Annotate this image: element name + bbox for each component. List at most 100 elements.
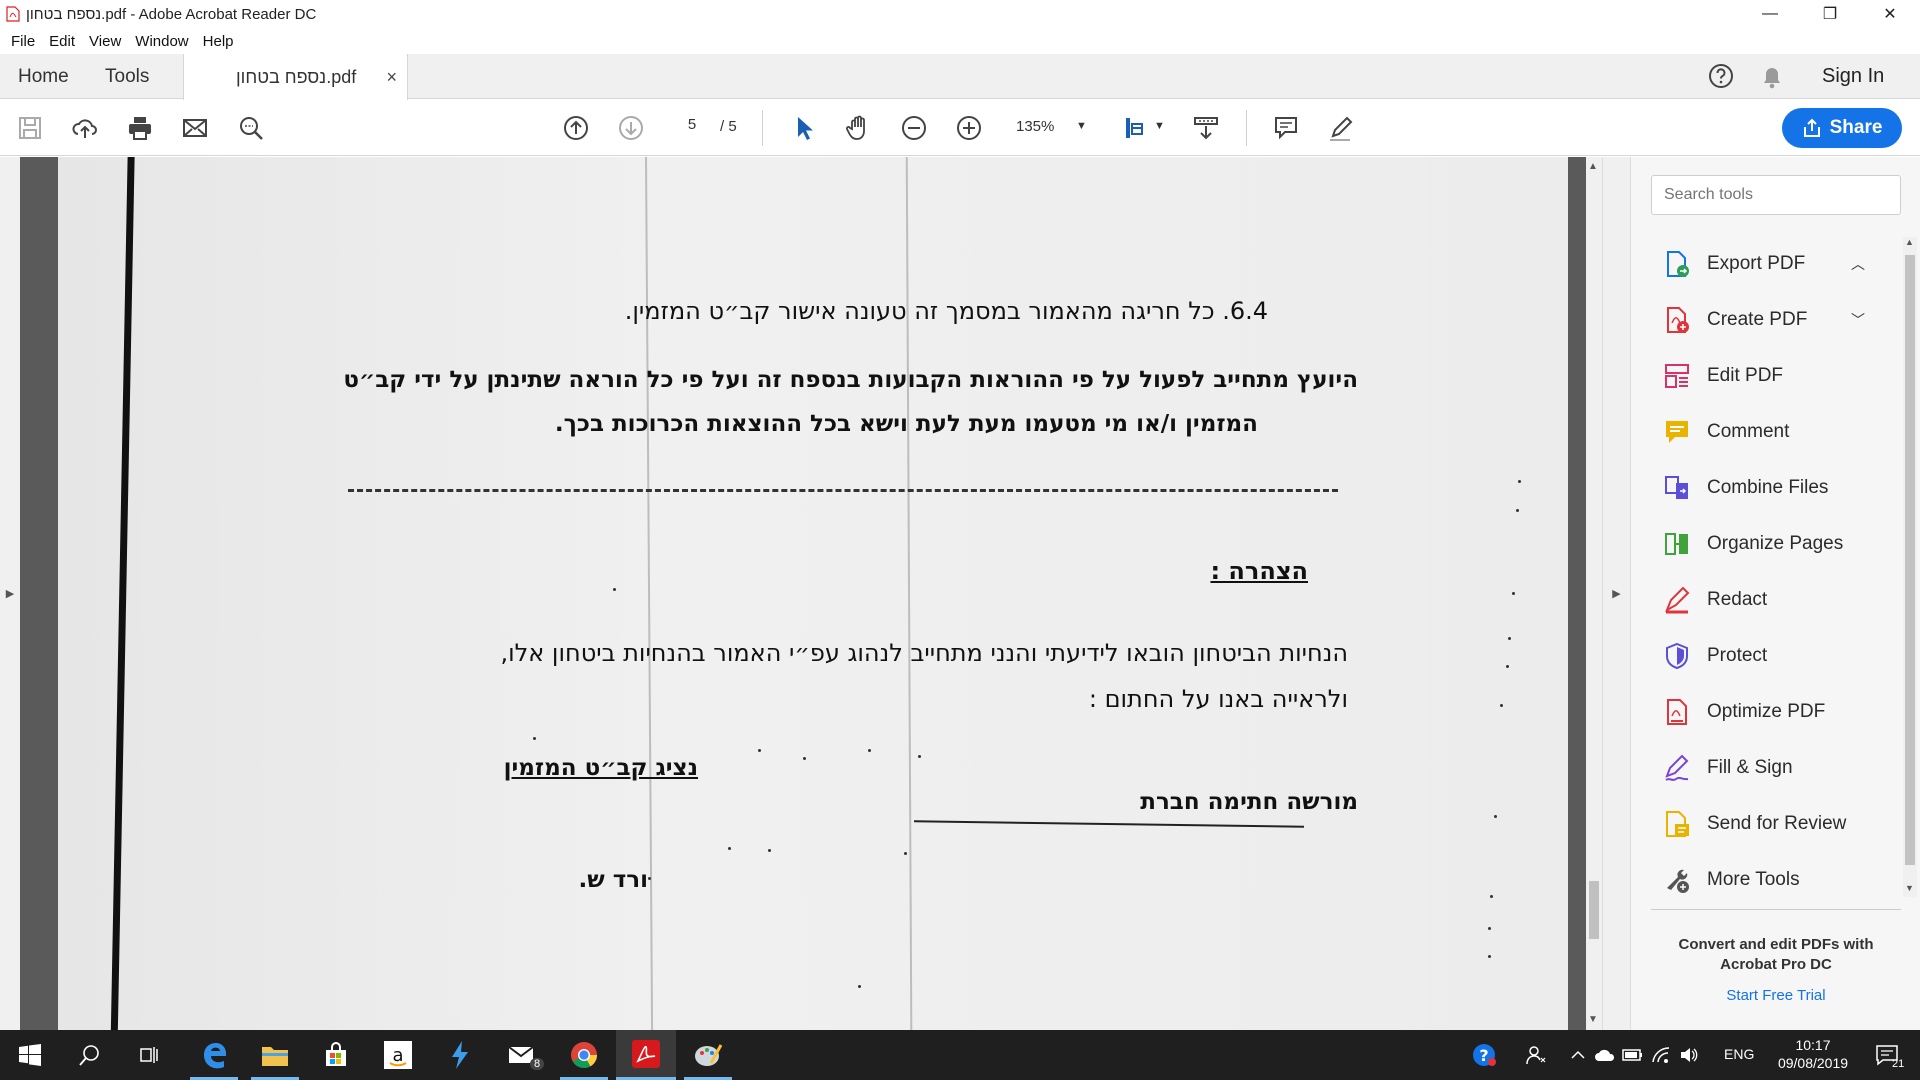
- amazon-icon: a: [384, 1041, 412, 1069]
- upload-cloud-icon[interactable]: [69, 112, 101, 144]
- task-view-button[interactable]: [120, 1030, 180, 1080]
- menu-window[interactable]: Window: [128, 33, 195, 50]
- sign-in-link[interactable]: Sign In: [1822, 65, 1884, 88]
- people-tray-icon[interactable]: [1518, 1030, 1554, 1080]
- tool-more-tools[interactable]: More Tools: [1631, 857, 1891, 903]
- search-tools-input[interactable]: [1651, 175, 1901, 215]
- scrollbar-thumb[interactable]: [1589, 881, 1599, 939]
- previous-page-icon[interactable]: [560, 112, 592, 144]
- document-viewport[interactable]: 6.4. כל חריגה מהאמור במסמך זה טעונה אישו…: [20, 157, 1586, 1030]
- scroll-up-icon[interactable]: ▲: [1588, 161, 1598, 172]
- mail-app[interactable]: 8: [492, 1030, 552, 1080]
- scroll-down-icon[interactable]: ▼: [1905, 883, 1914, 893]
- tab-home[interactable]: Home: [18, 54, 69, 99]
- file-explorer-app[interactable]: [245, 1030, 305, 1080]
- taskbar: a 8 ? ENG 10:17 09/08/2019 21: [0, 1030, 1920, 1080]
- clock-time: 10:17: [1795, 1037, 1831, 1053]
- store-app[interactable]: [306, 1030, 366, 1080]
- minimize-button[interactable]: —: [1740, 0, 1800, 28]
- email-icon[interactable]: [179, 112, 211, 144]
- vs-code-app[interactable]: [430, 1030, 490, 1080]
- page-fit-icon[interactable]: [1120, 112, 1152, 144]
- zoom-in-icon[interactable]: [953, 112, 985, 144]
- wifi-tray-icon[interactable]: [1648, 1030, 1674, 1080]
- close-window-button[interactable]: ✕: [1860, 0, 1920, 28]
- action-center-button[interactable]: 21: [1864, 1030, 1910, 1080]
- tool-create-pdf[interactable]: Create PDF ﹀: [1631, 297, 1891, 343]
- mail-badge: 8: [530, 1058, 545, 1070]
- menu-file[interactable]: File: [4, 33, 42, 50]
- paragraph-line-2: המזמין ו/או מי מטעמו מעת לעת וישא בכל הה…: [554, 411, 1258, 437]
- zoom-level[interactable]: 135%: [1016, 118, 1054, 135]
- share-button[interactable]: Share: [1782, 108, 1902, 148]
- left-pane-toggle[interactable]: ▶: [0, 157, 20, 1030]
- search-taskbar-button[interactable]: [60, 1030, 120, 1080]
- chevron-down-icon[interactable]: ﹀: [1851, 310, 1865, 330]
- bell-icon[interactable]: [1760, 64, 1784, 90]
- toolbar: 5 / 5 135% ▼ ▼ Share: [0, 100, 1920, 156]
- zoom-dropdown-icon[interactable]: ▼: [1076, 120, 1087, 132]
- tool-edit-pdf[interactable]: Edit PDF: [1631, 353, 1891, 399]
- amazon-app[interactable]: a: [368, 1030, 428, 1080]
- scroll-down-icon[interactable]: ▼: [1588, 1014, 1598, 1025]
- volume-tray-icon[interactable]: [1676, 1030, 1702, 1080]
- print-icon[interactable]: [124, 112, 156, 144]
- scroll-up-icon[interactable]: ▲: [1905, 237, 1914, 247]
- signature-label-left: נציג קב״ט המזמין: [503, 755, 698, 781]
- acrobat-app[interactable]: [616, 1030, 676, 1080]
- battery-icon: [1622, 1049, 1642, 1061]
- tab-tools[interactable]: Tools: [105, 54, 149, 99]
- tool-comment[interactable]: Comment: [1631, 409, 1891, 455]
- search-icon: [79, 1045, 99, 1066]
- search-icon[interactable]: [235, 112, 267, 144]
- system-clock[interactable]: 10:17 09/08/2019: [1768, 1036, 1858, 1072]
- chevron-up-icon[interactable]: ︿: [1851, 254, 1865, 274]
- tool-organize-pages[interactable]: Organize Pages: [1631, 521, 1891, 567]
- paint-app[interactable]: [678, 1030, 738, 1080]
- start-button[interactable]: [0, 1030, 60, 1080]
- edge-app[interactable]: [184, 1030, 244, 1080]
- tool-send-for-review[interactable]: Send for Review: [1631, 801, 1891, 847]
- highlight-pen-icon[interactable]: [1325, 112, 1357, 144]
- comment-tool-icon[interactable]: [1270, 112, 1302, 144]
- help-tray-icon[interactable]: ?: [1464, 1030, 1504, 1080]
- tool-export-pdf[interactable]: Export PDF ︿: [1631, 241, 1891, 287]
- hand-tool-icon[interactable]: [843, 112, 875, 144]
- zoom-out-icon[interactable]: [898, 112, 930, 144]
- tool-optimize-pdf[interactable]: Optimize PDF: [1631, 689, 1891, 735]
- show-hidden-icons-button[interactable]: [1566, 1030, 1590, 1080]
- maximize-button[interactable]: ❐: [1800, 0, 1860, 28]
- select-arrow-icon[interactable]: [788, 112, 820, 144]
- save-icon[interactable]: [14, 112, 46, 144]
- menu-help[interactable]: Help: [196, 33, 241, 50]
- tab-close-icon[interactable]: ×: [386, 67, 397, 88]
- tab-document[interactable]: נספח בטחון.pdf ×: [183, 54, 408, 100]
- onedrive-tray-icon[interactable]: [1592, 1030, 1618, 1080]
- tool-fill-sign[interactable]: Fill & Sign: [1631, 745, 1891, 791]
- battery-tray-icon[interactable]: [1620, 1030, 1646, 1080]
- language-indicator[interactable]: ENG: [1724, 1046, 1754, 1062]
- scrollbar-thumb[interactable]: [1905, 255, 1915, 865]
- tool-redact[interactable]: Redact: [1631, 577, 1891, 623]
- tools-pane-toggle[interactable]: ▶: [1602, 157, 1630, 1030]
- scroll-mode-icon[interactable]: [1190, 112, 1222, 144]
- paragraph-line-1: היועץ מתחייב לפעול על פי ההוראות הקבועות…: [343, 367, 1358, 393]
- svg-text:?: ?: [1479, 1046, 1488, 1065]
- title-bar: נספח בטחון.pdf - Adobe Acrobat Reader DC…: [0, 0, 1920, 28]
- export-pdf-icon: [1667, 251, 1689, 277]
- menu-view[interactable]: View: [82, 33, 128, 50]
- chrome-icon: [571, 1042, 598, 1069]
- tools-pane-scrollbar[interactable]: ▲ ▼: [1903, 237, 1917, 897]
- page-fit-dropdown-icon[interactable]: ▼: [1154, 120, 1165, 132]
- page-number-input[interactable]: 5: [672, 116, 712, 140]
- start-free-trial-link[interactable]: Start Free Trial: [1651, 987, 1901, 1004]
- menu-edit[interactable]: Edit: [42, 33, 82, 50]
- help-icon[interactable]: [1708, 63, 1734, 89]
- tool-protect[interactable]: Protect: [1631, 633, 1891, 679]
- declaration-title: הצהרה :: [1210, 557, 1308, 585]
- document-scrollbar[interactable]: ▲ ▼: [1586, 157, 1602, 1030]
- svg-text:a: a: [392, 1045, 403, 1066]
- chrome-app[interactable]: [554, 1030, 614, 1080]
- tool-combine-files[interactable]: Combine Files: [1631, 465, 1891, 511]
- next-page-icon[interactable]: [615, 112, 647, 144]
